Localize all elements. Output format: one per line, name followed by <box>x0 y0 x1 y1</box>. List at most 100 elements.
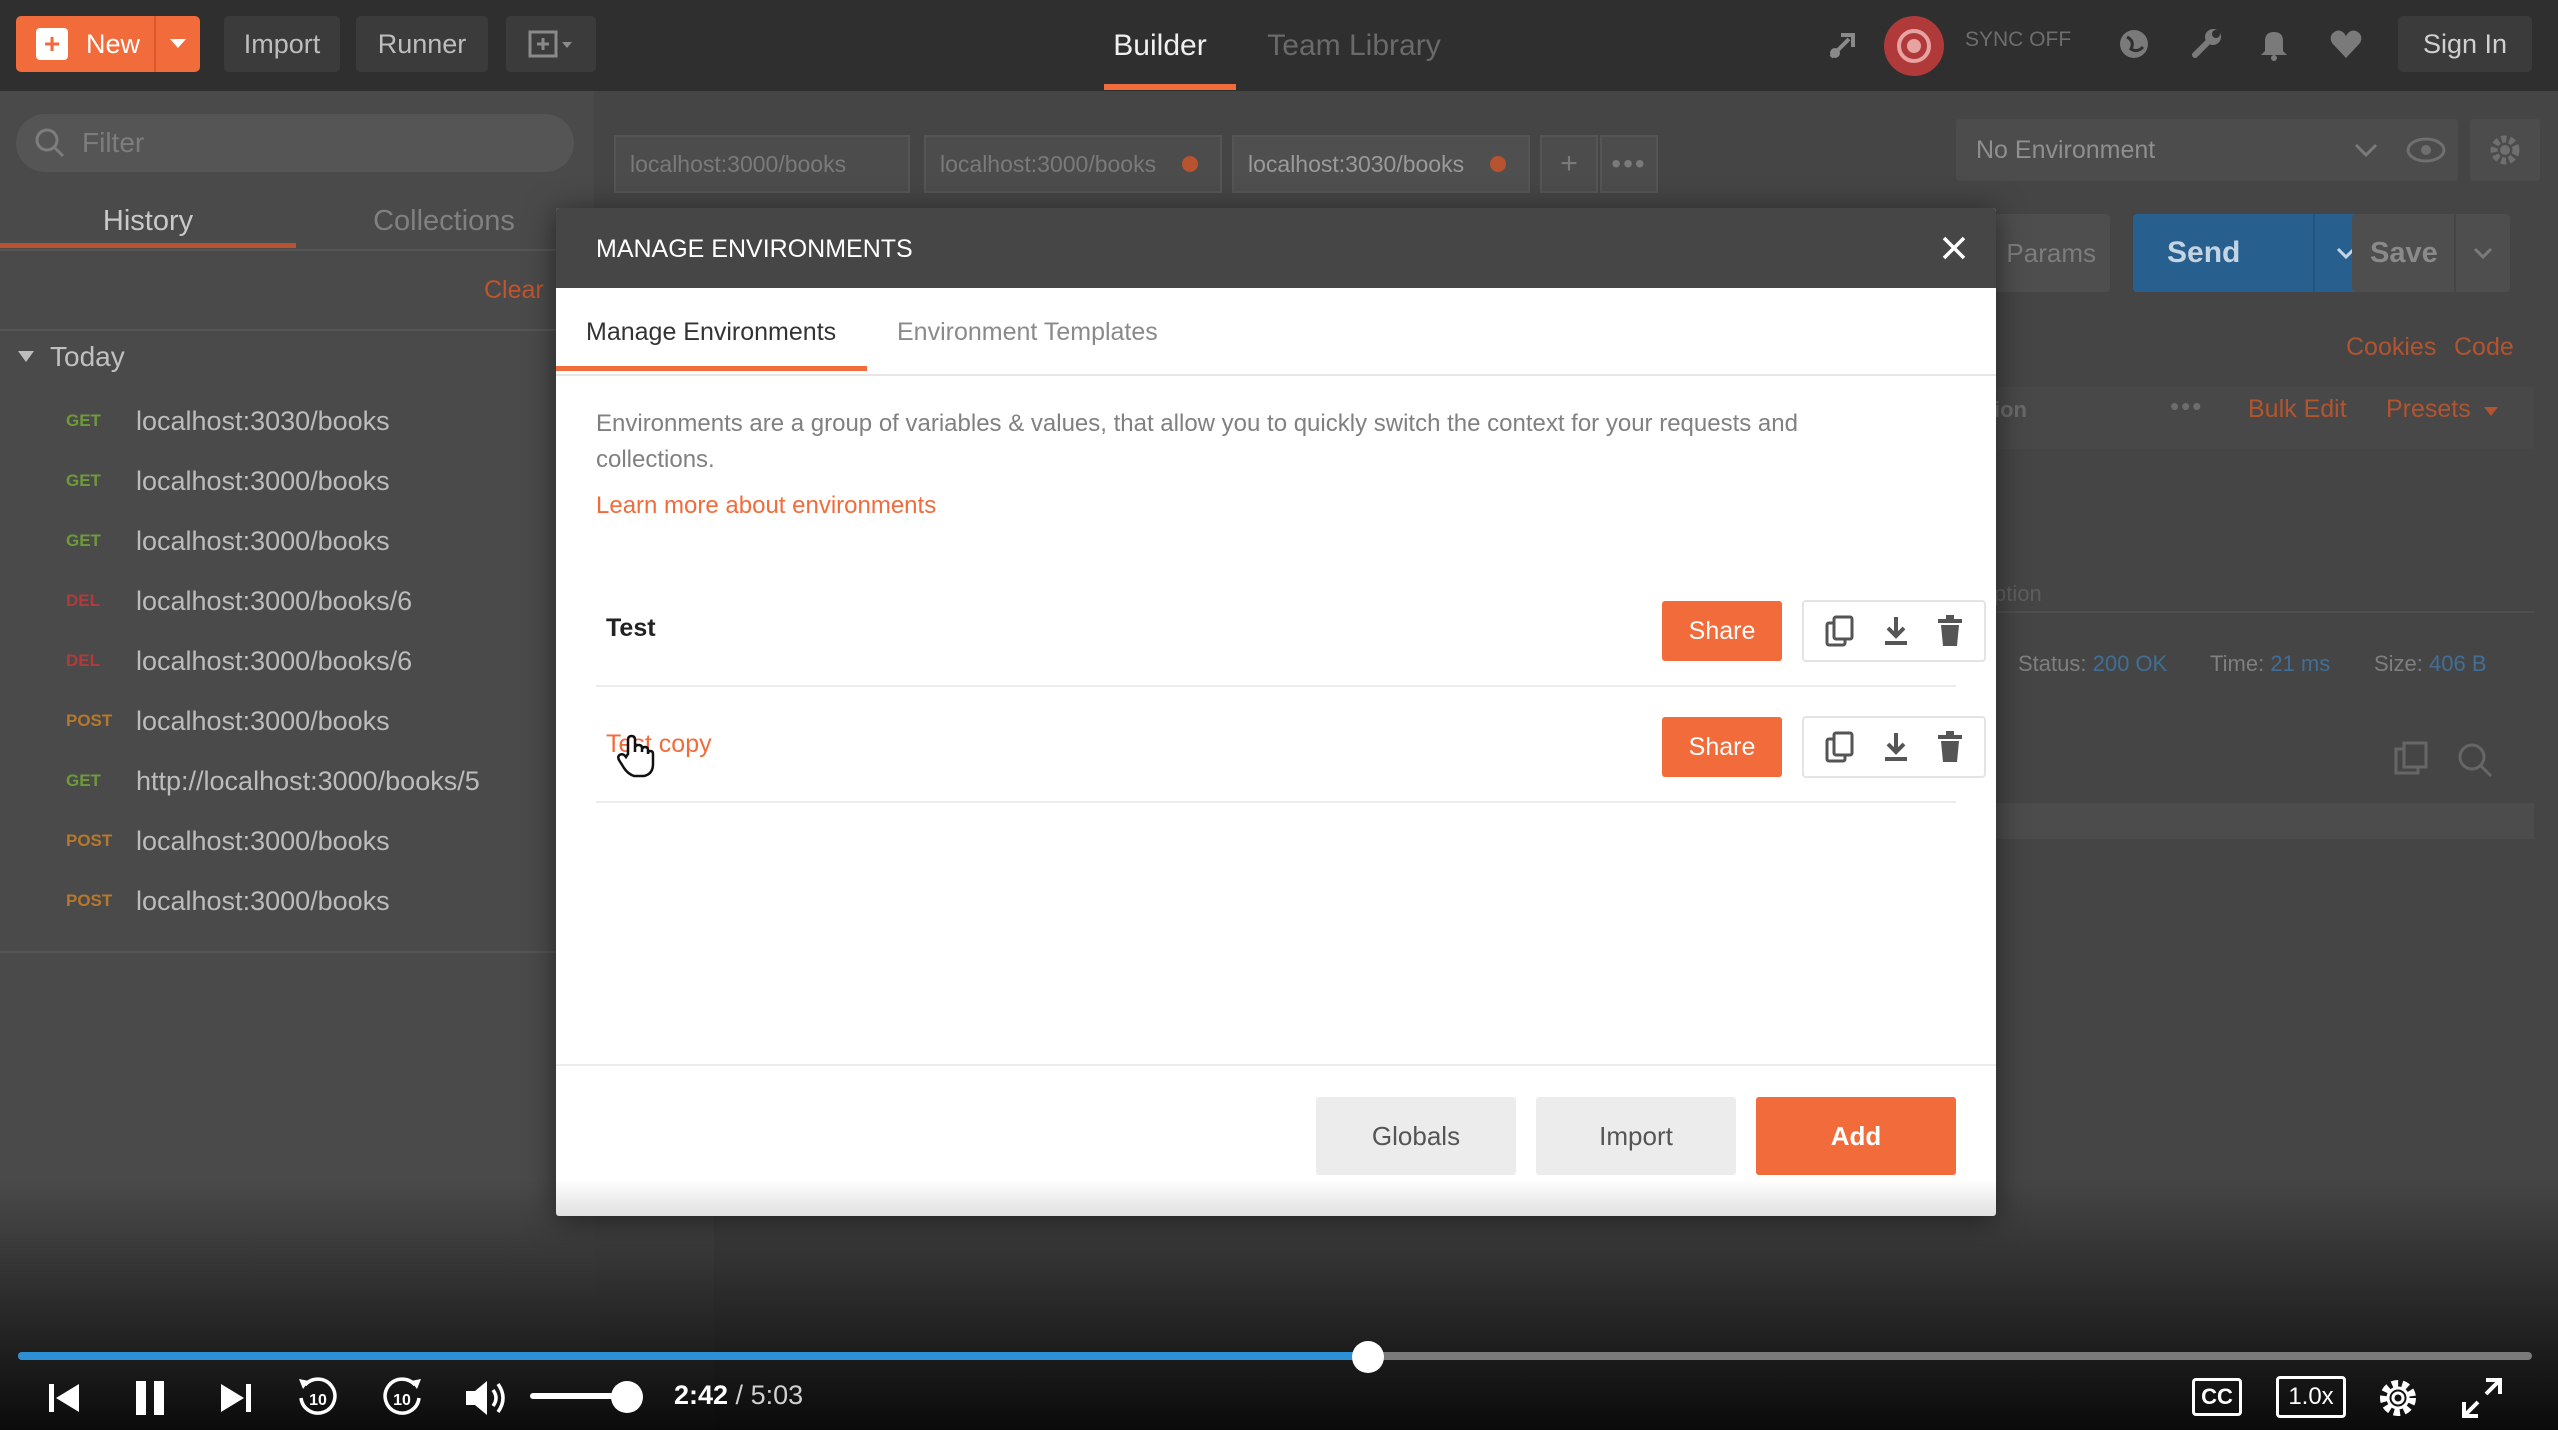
bell-icon[interactable] <box>2252 22 2296 66</box>
volume-handle[interactable] <box>611 1381 643 1413</box>
size-value: 406 B <box>2429 651 2487 676</box>
method-badge: POST <box>66 891 113 910</box>
environment-name[interactable]: Test <box>606 614 656 643</box>
presets-label: Presets <box>2386 395 2471 423</box>
environment-selected: No Environment <box>1976 135 2156 164</box>
environment-actions <box>1802 600 1986 662</box>
tab-environment-templates[interactable]: Environment Templates <box>897 318 1158 347</box>
tab-history-underline <box>0 243 296 248</box>
code-link[interactable]: Code <box>2454 333 2514 362</box>
cookies-link[interactable]: Cookies <box>2346 333 2436 362</box>
more-icon[interactable]: ••• <box>2170 391 2203 422</box>
plus-icon: + <box>36 28 68 60</box>
history-item[interactable]: GET localhost:3000/books <box>0 451 594 511</box>
history-group-today[interactable]: Today <box>18 341 125 373</box>
interceptor-icon[interactable] <box>1822 22 1866 66</box>
history-item[interactable]: DEL localhost:3000/books/6 <box>0 571 594 631</box>
gear-icon <box>2490 135 2520 165</box>
previous-icon[interactable] <box>36 1370 92 1426</box>
globe-icon[interactable] <box>2112 22 2156 66</box>
trash-icon[interactable] <box>1937 615 1963 647</box>
tab-team-library[interactable]: Team Library <box>1258 0 1450 91</box>
history-url: localhost:3000/books <box>136 885 390 916</box>
pause-icon[interactable] <box>122 1370 178 1426</box>
history-item[interactable]: POST localhost:3000/books <box>0 811 594 871</box>
history-item[interactable]: DEL localhost:3000/books/6 <box>0 631 594 691</box>
fullscreen-icon[interactable] <box>2454 1370 2510 1426</box>
tab-collections[interactable]: Collections <box>296 191 592 251</box>
share-button[interactable]: Share <box>1662 601 1782 661</box>
send-button[interactable]: Send <box>2133 214 2377 292</box>
new-button[interactable]: + New <box>16 16 200 72</box>
share-button[interactable]: Share <box>1662 717 1782 777</box>
trash-icon[interactable] <box>1937 731 1963 763</box>
params-button[interactable]: Params <box>1994 214 2110 292</box>
active-tab-underline <box>556 366 867 371</box>
download-icon[interactable] <box>1882 615 1910 647</box>
presets-dropdown[interactable]: Presets <box>2386 395 2498 424</box>
settings-gear-icon[interactable] <box>2370 1370 2426 1426</box>
environment-select[interactable]: No Environment <box>1956 119 2406 181</box>
history-item[interactable]: POST localhost:3000/books <box>0 691 594 751</box>
runner-button[interactable]: Runner <box>356 16 488 72</box>
tab-manage-environments[interactable]: Manage Environments <box>586 318 836 347</box>
tab-builder[interactable]: Builder <box>1088 0 1232 91</box>
captions-button[interactable]: CC <box>2192 1378 2242 1416</box>
new-window-button[interactable] <box>506 16 596 72</box>
heart-icon[interactable] <box>2324 22 2368 66</box>
import-button[interactable]: Import <box>1536 1097 1736 1175</box>
playback-speed-button[interactable]: 1.0x <box>2276 1376 2346 1418</box>
method-badge: GET <box>66 471 101 490</box>
volume-icon[interactable] <box>458 1370 514 1426</box>
globals-button[interactable]: Globals <box>1316 1097 1516 1175</box>
method-badge: GET <box>66 411 101 430</box>
history-item[interactable]: POST localhost:3000/books <box>0 871 594 931</box>
search-response-icon[interactable] <box>2456 741 2494 779</box>
history-item[interactable]: GET localhost:3000/books <box>0 511 594 571</box>
history-item[interactable]: GET http://localhost:3000/books/5 <box>0 751 594 811</box>
caret-down-icon <box>18 351 34 362</box>
clear-history-link[interactable]: Clear <box>484 276 544 305</box>
add-environment-button[interactable]: Add <box>1756 1097 1956 1175</box>
new-dropdown-caret-icon[interactable] <box>154 16 200 72</box>
environment-actions <box>1802 716 1986 778</box>
manage-environments-button[interactable] <box>2470 119 2540 181</box>
tab-builder-underline <box>1104 84 1236 90</box>
learn-more-link[interactable]: Learn more about environments <box>596 492 936 520</box>
playback-time: 2:42 / 5:03 <box>674 1380 804 1410</box>
history-url: localhost:3000/books <box>136 525 390 556</box>
close-button[interactable] <box>1934 228 1974 268</box>
history-url: localhost:3000/books <box>136 465 390 496</box>
sync-status-icon[interactable] <box>1884 16 1944 76</box>
bulk-edit-link[interactable]: Bulk Edit <box>2248 395 2347 424</box>
request-tab[interactable]: localhost:3000/books <box>924 135 1222 193</box>
sign-in-button[interactable]: Sign In <box>2398 16 2532 72</box>
request-tab-active[interactable]: localhost:3030/books <box>1232 135 1530 193</box>
search-icon <box>35 128 65 158</box>
seek-handle[interactable] <box>1352 1341 1384 1373</box>
more-tabs-button[interactable]: ••• <box>1600 135 1658 193</box>
duplicate-icon[interactable] <box>1825 615 1855 647</box>
manage-environments-modal: MANAGE ENVIRONMENTS Manage Environments … <box>556 208 1996 1216</box>
eye-icon <box>2406 137 2446 163</box>
save-dropdown-chevron-icon[interactable] <box>2454 214 2510 292</box>
forward-10-icon[interactable]: 10 <box>374 1370 430 1426</box>
wrench-icon[interactable] <box>2184 22 2228 66</box>
download-icon[interactable] <box>1882 731 1910 763</box>
history-item[interactable]: GET localhost:3030/books <box>0 391 594 451</box>
quick-look-button[interactable] <box>2394 119 2458 181</box>
duplicate-icon[interactable] <box>1825 731 1855 763</box>
add-tab-button[interactable]: + <box>1540 135 1598 193</box>
rewind-10-icon[interactable]: 10 <box>290 1370 346 1426</box>
save-button-label: Save <box>2370 236 2438 269</box>
next-icon[interactable] <box>208 1370 264 1426</box>
import-button[interactable]: Import <box>224 16 340 72</box>
copy-response-icon[interactable] <box>2394 741 2430 777</box>
tab-history[interactable]: History <box>0 191 296 251</box>
total-time: 5:03 <box>750 1380 804 1410</box>
save-button[interactable]: Save <box>2352 214 2510 292</box>
request-tab[interactable]: localhost:3000/books <box>614 135 910 193</box>
filter-input[interactable]: Filter <box>16 114 574 172</box>
method-badge: GET <box>66 531 101 550</box>
close-icon <box>1942 236 1966 260</box>
